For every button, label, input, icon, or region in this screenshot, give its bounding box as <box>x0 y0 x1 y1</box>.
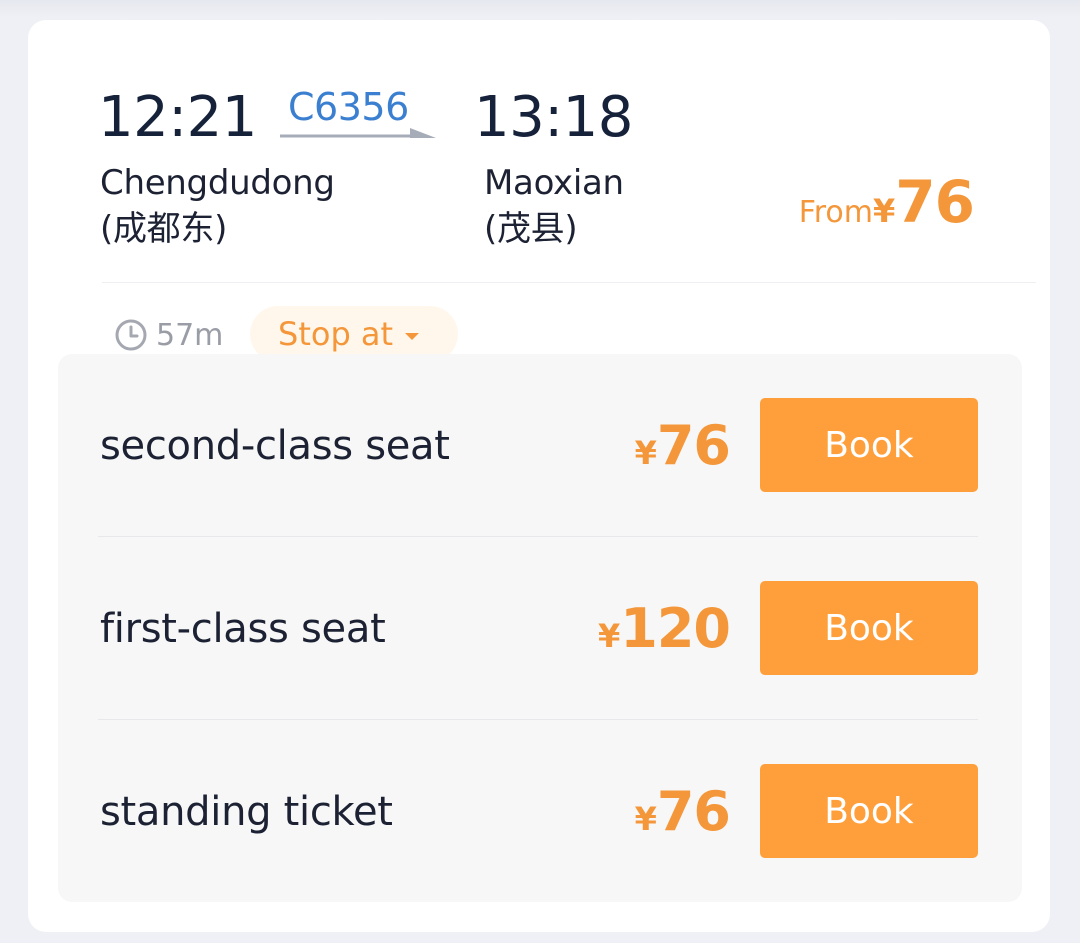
from-price: From¥76 <box>798 162 975 257</box>
seat-name: standing ticket <box>100 789 393 835</box>
duration: 57m <box>114 314 223 356</box>
seat-price: ¥76 <box>634 412 731 493</box>
seat-price-currency: ¥ <box>634 800 657 838</box>
from-price-value: 76 <box>895 168 975 236</box>
departure-station-name: Chengdudong <box>100 163 335 203</box>
arrow-right-icon <box>280 128 436 138</box>
clock-icon <box>115 319 147 351</box>
seat-name: first-class seat <box>100 606 386 652</box>
duration-text: 57m <box>156 317 224 353</box>
book-button[interactable]: Book <box>760 764 978 858</box>
book-button[interactable]: Book <box>760 398 978 492</box>
seat-row: first-class seat ¥120 Book <box>58 537 1022 719</box>
seat-price: ¥120 <box>598 595 731 676</box>
from-currency: ¥ <box>873 192 896 230</box>
seat-name: second-class seat <box>100 423 450 469</box>
seat-list: second-class seat ¥76 Book first-class s… <box>58 354 1022 902</box>
from-label: From <box>798 195 874 230</box>
arrival-station-cn: (茂县) <box>484 209 578 249</box>
seat-price: ¥76 <box>634 778 731 859</box>
seat-price-currency: ¥ <box>634 434 657 472</box>
stop-at-label: Stop at <box>278 315 394 353</box>
arrival-station-name: Maoxian <box>484 163 624 203</box>
arrival-station: Maoxian (茂县) <box>484 160 624 252</box>
caret-down-icon <box>405 332 420 340</box>
departure-time: 12:21 <box>98 85 257 150</box>
train-number[interactable]: C6356 <box>288 82 409 132</box>
seat-row: standing ticket ¥76 Book <box>58 720 1022 902</box>
seat-row: second-class seat ¥76 Book <box>58 354 1022 536</box>
book-button[interactable]: Book <box>760 581 978 675</box>
top-strip <box>0 0 1080 18</box>
departure-station-cn: (成都东) <box>100 209 228 249</box>
arrival-time: 13:18 <box>474 85 633 150</box>
seat-price-value: 76 <box>656 414 731 477</box>
seat-price-value: 76 <box>656 780 731 843</box>
seat-price-value: 120 <box>620 597 731 660</box>
departure-station: Chengdudong (成都东) <box>100 160 335 252</box>
seat-price-currency: ¥ <box>598 617 621 655</box>
divider <box>102 282 1036 283</box>
